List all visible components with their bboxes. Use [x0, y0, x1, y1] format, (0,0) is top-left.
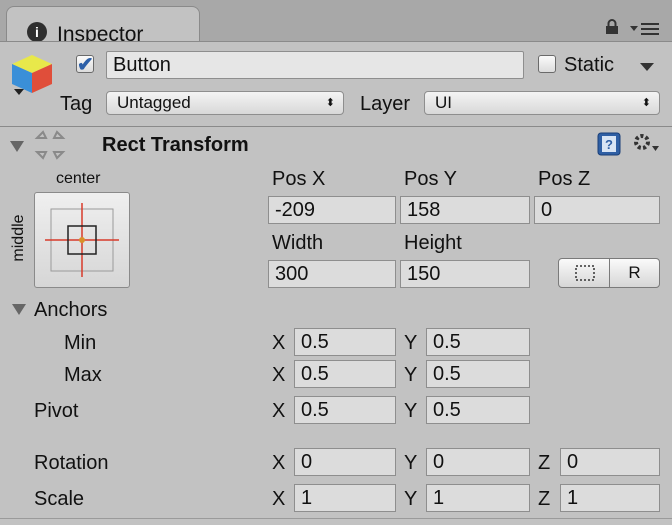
checkbox-icon: ✔	[77, 54, 94, 76]
blueprint-icon	[575, 265, 595, 281]
inspector-tab[interactable]: i Inspector	[6, 6, 200, 46]
raw-edit-button[interactable]: R	[609, 258, 660, 288]
menu-icon[interactable]	[630, 22, 660, 36]
help-icon[interactable]: ?	[597, 132, 621, 156]
foldout-open-icon[interactable]	[10, 141, 24, 153]
updown-icon: ⬍	[325, 97, 335, 109]
pos-y-field[interactable]: 158	[400, 196, 530, 224]
anchor-max-y-field[interactable]: 0.5	[426, 360, 530, 388]
component-title: Rect Transform	[102, 134, 249, 156]
axis-z-label: Z	[538, 488, 551, 510]
axis-y-label: Y	[404, 332, 418, 354]
rotation-z-field[interactable]: 0	[560, 448, 660, 476]
height-field[interactable]: 150	[400, 260, 530, 288]
rotation-x-field[interactable]: 0	[294, 448, 396, 476]
axis-y-label: Y	[404, 364, 418, 386]
rotation-y-field[interactable]: 0	[426, 448, 530, 476]
anchor-preset-h-label: center	[56, 170, 101, 187]
pos-x-field[interactable]: -209	[268, 196, 396, 224]
rotation-label: Rotation	[34, 452, 109, 474]
panel-bottom-edge	[0, 518, 672, 519]
anchor-max-label: Max	[64, 364, 102, 386]
axis-x-label: X	[272, 488, 286, 510]
height-label: Height	[404, 232, 462, 254]
scale-y-field[interactable]: 1	[426, 484, 530, 512]
pos-z-field[interactable]: 0	[534, 196, 660, 224]
tag-dropdown[interactable]: Untagged ⬍	[106, 91, 344, 115]
blueprint-mode-button[interactable]	[558, 258, 610, 288]
axis-x-label: X	[272, 364, 286, 386]
anchor-min-x-field[interactable]: 0.5	[294, 328, 396, 356]
scale-z-field[interactable]: 1	[560, 484, 660, 512]
pos-z-label: Pos Z	[538, 168, 591, 190]
active-checkbox[interactable]: ✔	[76, 54, 94, 76]
width-label: Width	[272, 232, 324, 254]
static-label: Static	[564, 54, 615, 76]
anchors-label: Anchors	[34, 299, 108, 321]
gear-icon[interactable]	[632, 132, 660, 154]
axis-x-label: X	[272, 452, 286, 474]
layer-dropdown[interactable]: UI ⬍	[424, 91, 660, 115]
static-checkbox[interactable]	[538, 55, 556, 73]
scale-x-field[interactable]: 1	[294, 484, 396, 512]
header-divider	[0, 126, 672, 127]
pos-y-label: Pos Y	[404, 168, 457, 190]
layer-value: UI	[435, 93, 452, 112]
axis-y-label: Y	[404, 452, 418, 474]
scale-label: Scale	[34, 488, 85, 510]
axis-x-label: X	[272, 332, 286, 354]
tag-value: Untagged	[117, 93, 191, 112]
anchor-min-label: Min	[64, 332, 97, 354]
pos-x-label: Pos X	[272, 168, 326, 190]
tag-label: Tag	[60, 93, 93, 115]
anchors-foldout-icon[interactable]	[12, 304, 26, 316]
axis-y-label: Y	[404, 400, 418, 422]
pivot-x-field[interactable]: 0.5	[294, 396, 396, 424]
updown-icon: ⬍	[641, 97, 651, 109]
pivot-label: Pivot	[34, 400, 79, 422]
svg-text:?: ?	[605, 137, 613, 152]
gameobject-name-field[interactable]: Button	[106, 51, 524, 79]
gameobject-icon[interactable]	[10, 53, 56, 99]
axis-x-label: X	[272, 400, 286, 422]
width-field[interactable]: 300	[268, 260, 396, 288]
lock-icon[interactable]	[604, 19, 620, 35]
static-dropdown-icon[interactable]	[640, 62, 654, 72]
anchor-preset-icon	[45, 203, 119, 277]
anchor-min-y-field[interactable]: 0.5	[426, 328, 530, 356]
rect-transform-icon	[34, 130, 66, 160]
anchor-max-x-field[interactable]: 0.5	[294, 360, 396, 388]
anchor-preset-v-label: middle	[10, 214, 27, 262]
axis-y-label: Y	[404, 488, 418, 510]
info-icon: i	[27, 22, 47, 42]
pivot-y-field[interactable]: 0.5	[426, 396, 530, 424]
axis-z-label: Z	[538, 452, 551, 474]
anchor-preset-button[interactable]	[34, 192, 130, 288]
layer-label: Layer	[360, 93, 411, 115]
